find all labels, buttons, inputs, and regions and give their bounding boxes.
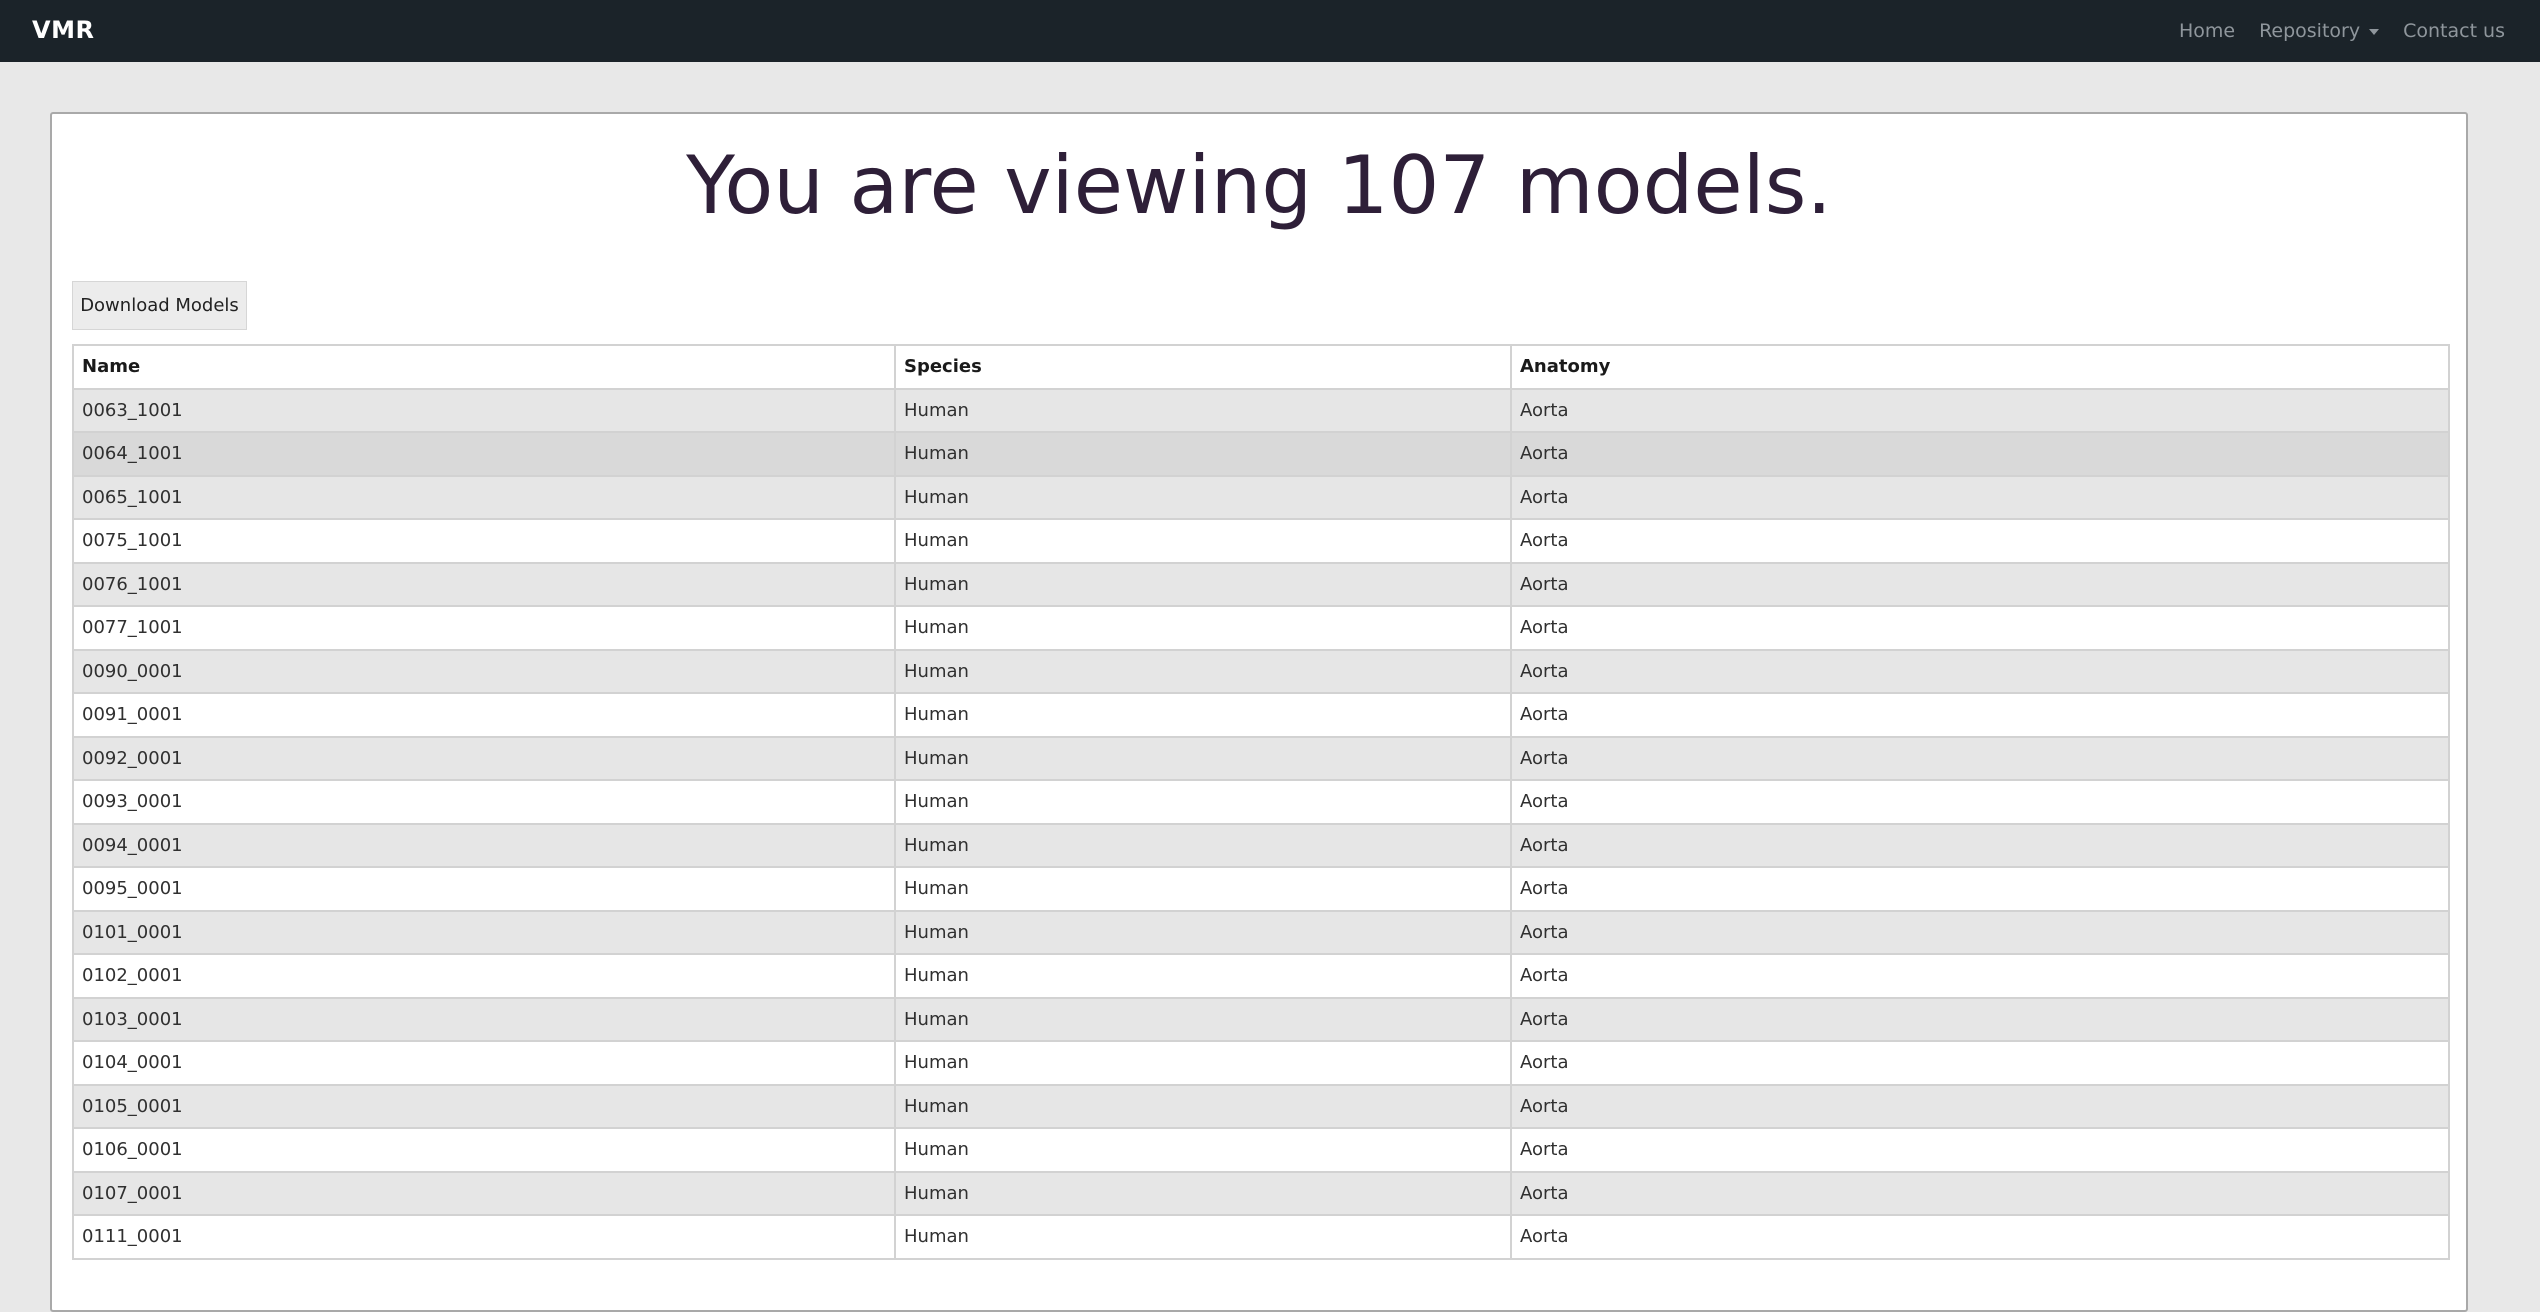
species-cell: Human bbox=[894, 561, 1512, 607]
table-row[interactable]: 0102_0001 Human Aorta bbox=[72, 953, 2450, 999]
table-row[interactable]: 0063_1001 Human Aorta bbox=[72, 387, 2450, 433]
table-row[interactable]: 0111_0001 Human Aorta bbox=[72, 1214, 2450, 1260]
nav-home-link[interactable]: Home bbox=[2179, 20, 2235, 42]
model-name-cell: 0092_0001 bbox=[72, 735, 896, 781]
anatomy-cell: Aorta bbox=[1510, 561, 2450, 607]
anatomy-cell: Aorta bbox=[1510, 996, 2450, 1042]
column-header-species[interactable]: Species bbox=[894, 344, 1512, 390]
anatomy-cell: Aorta bbox=[1510, 1170, 2450, 1216]
model-name-cell: 0077_1001 bbox=[72, 605, 896, 651]
model-name-cell: 0090_0001 bbox=[72, 648, 896, 694]
nav-contact-link[interactable]: Contact us bbox=[2403, 20, 2505, 42]
anatomy-cell: Aorta bbox=[1510, 518, 2450, 564]
species-cell: Human bbox=[894, 1083, 1512, 1129]
model-name-cell: 0091_0001 bbox=[72, 692, 896, 738]
models-table-container: Name Species Anatomy 0063_1001 Human Aorta… bbox=[72, 344, 2450, 1260]
model-name-cell: 0065_1001 bbox=[72, 474, 896, 520]
model-name-cell: 0094_0001 bbox=[72, 822, 896, 868]
table-row[interactable]: 0076_1001 Human Aorta bbox=[72, 561, 2450, 607]
table-row[interactable]: 0064_1001 Human Aorta bbox=[72, 431, 2450, 477]
species-cell: Human bbox=[894, 605, 1512, 651]
table-row[interactable]: 0106_0001 Human Aorta bbox=[72, 1127, 2450, 1173]
anatomy-cell: Aorta bbox=[1510, 1040, 2450, 1086]
model-name-cell: 0075_1001 bbox=[72, 518, 896, 564]
table-row[interactable]: 0105_0001 Human Aorta bbox=[72, 1083, 2450, 1129]
anatomy-cell: Aorta bbox=[1510, 431, 2450, 477]
anatomy-cell: Aorta bbox=[1510, 1083, 2450, 1129]
table-row[interactable]: 0065_1001 Human Aorta bbox=[72, 474, 2450, 520]
models-card: You are viewing 107 models. Download Mod… bbox=[50, 112, 2468, 1312]
species-cell: Human bbox=[894, 822, 1512, 868]
model-name-cell: 0093_0001 bbox=[72, 779, 896, 825]
species-cell: Human bbox=[894, 387, 1512, 433]
species-cell: Human bbox=[894, 909, 1512, 955]
model-name-cell: 0076_1001 bbox=[72, 561, 896, 607]
top-navbar: VMR Home Repository Contact us bbox=[0, 0, 2540, 62]
page-title: You are viewing 107 models. bbox=[686, 139, 1832, 232]
species-cell: Human bbox=[894, 1214, 1512, 1260]
species-cell: Human bbox=[894, 735, 1512, 781]
anatomy-cell: Aorta bbox=[1510, 648, 2450, 694]
nav-links: Home Repository Contact us bbox=[2179, 0, 2505, 62]
model-name-cell: 0105_0001 bbox=[72, 1083, 896, 1129]
table-row[interactable]: 0077_1001 Human Aorta bbox=[72, 605, 2450, 651]
table-row[interactable]: 0091_0001 Human Aorta bbox=[72, 692, 2450, 738]
species-cell: Human bbox=[894, 431, 1512, 477]
model-name-cell: 0104_0001 bbox=[72, 1040, 896, 1086]
anatomy-cell: Aorta bbox=[1510, 474, 2450, 520]
model-name-cell: 0064_1001 bbox=[72, 431, 896, 477]
nav-repository-label: Repository bbox=[2259, 20, 2361, 42]
table-body: 0063_1001 Human Aorta 0064_1001 Human Aorta 00… bbox=[72, 387, 2450, 1260]
species-cell: Human bbox=[894, 692, 1512, 738]
table-row[interactable]: 0092_0001 Human Aorta bbox=[72, 735, 2450, 781]
model-name-cell: 0106_0001 bbox=[72, 1127, 896, 1173]
anatomy-cell: Aorta bbox=[1510, 1127, 2450, 1173]
model-name-cell: 0101_0001 bbox=[72, 909, 896, 955]
species-cell: Human bbox=[894, 866, 1512, 912]
table-row[interactable]: 0104_0001 Human Aorta bbox=[72, 1040, 2450, 1086]
species-cell: Human bbox=[894, 474, 1512, 520]
model-name-cell: 0107_0001 bbox=[72, 1170, 896, 1216]
models-table: Name Species Anatomy 0063_1001 Human Aorta… bbox=[72, 344, 2450, 1260]
brand-logo[interactable]: VMR bbox=[32, 16, 94, 44]
anatomy-cell: Aorta bbox=[1510, 692, 2450, 738]
species-cell: Human bbox=[894, 996, 1512, 1042]
species-cell: Human bbox=[894, 1127, 1512, 1173]
anatomy-cell: Aorta bbox=[1510, 779, 2450, 825]
table-row[interactable]: 0101_0001 Human Aorta bbox=[72, 909, 2450, 955]
column-header-name[interactable]: Name bbox=[72, 344, 896, 390]
species-cell: Human bbox=[894, 518, 1512, 564]
anatomy-cell: Aorta bbox=[1510, 822, 2450, 868]
anatomy-cell: Aorta bbox=[1510, 953, 2450, 999]
model-name-cell: 0063_1001 bbox=[72, 387, 896, 433]
table-row[interactable]: 0093_0001 Human Aorta bbox=[72, 779, 2450, 825]
model-name-cell: 0111_0001 bbox=[72, 1214, 896, 1260]
species-cell: Human bbox=[894, 1170, 1512, 1216]
species-cell: Human bbox=[894, 1040, 1512, 1086]
anatomy-cell: Aorta bbox=[1510, 605, 2450, 651]
species-cell: Human bbox=[894, 953, 1512, 999]
table-row[interactable]: 0095_0001 Human Aorta bbox=[72, 866, 2450, 912]
table-row[interactable]: 0090_0001 Human Aorta bbox=[72, 648, 2450, 694]
table-row[interactable]: 0103_0001 Human Aorta bbox=[72, 996, 2450, 1042]
species-cell: Human bbox=[894, 648, 1512, 694]
table-row[interactable]: 0075_1001 Human Aorta bbox=[72, 518, 2450, 564]
anatomy-cell: Aorta bbox=[1510, 866, 2450, 912]
table-header-row: Name Species Anatomy bbox=[72, 344, 2450, 390]
anatomy-cell: Aorta bbox=[1510, 909, 2450, 955]
download-models-button[interactable]: Download Models bbox=[72, 281, 247, 330]
model-name-cell: 0095_0001 bbox=[72, 866, 896, 912]
table-row[interactable]: 0107_0001 Human Aorta bbox=[72, 1170, 2450, 1216]
model-name-cell: 0102_0001 bbox=[72, 953, 896, 999]
table-row[interactable]: 0094_0001 Human Aorta bbox=[72, 822, 2450, 868]
anatomy-cell: Aorta bbox=[1510, 1214, 2450, 1260]
chevron-down-icon bbox=[2369, 29, 2380, 35]
nav-repository-dropdown[interactable]: Repository bbox=[2259, 20, 2380, 42]
model-name-cell: 0103_0001 bbox=[72, 996, 896, 1042]
anatomy-cell: Aorta bbox=[1510, 735, 2450, 781]
anatomy-cell: Aorta bbox=[1510, 387, 2450, 433]
column-header-anatomy[interactable]: Anatomy bbox=[1510, 344, 2450, 390]
species-cell: Human bbox=[894, 779, 1512, 825]
